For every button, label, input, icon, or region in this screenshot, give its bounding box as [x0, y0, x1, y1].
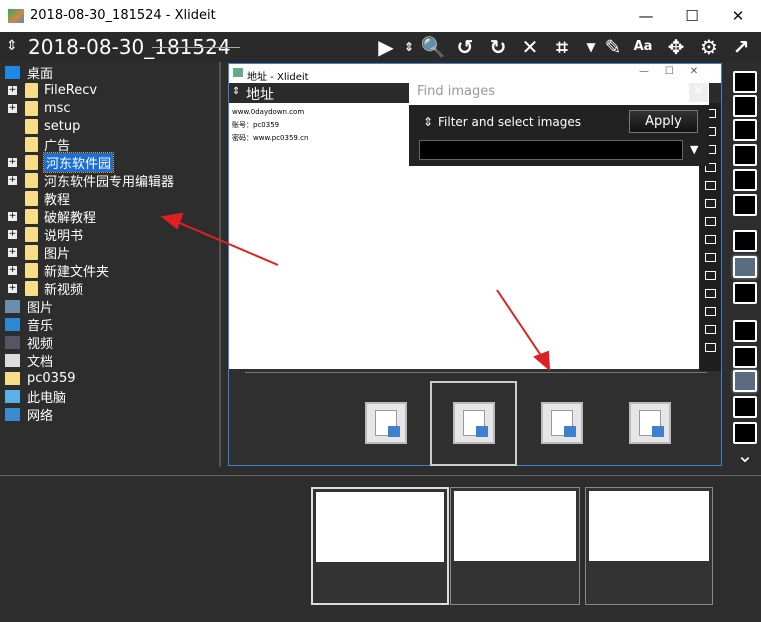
annotation-arrows: [160, 212, 551, 372]
external-icon[interactable]: ↗: [728, 36, 754, 58]
close-icon[interactable]: ✕: [517, 36, 543, 58]
red-arrow: [174, 220, 279, 266]
settings-icon[interactable]: ⚙: [696, 36, 722, 58]
edit-icon[interactable]: ✎: [600, 36, 626, 58]
arrow-head: [160, 212, 184, 230]
sort-icon[interactable]: ⇕: [396, 36, 422, 58]
rotate-left-icon[interactable]: ↺: [452, 36, 478, 58]
arrow-head: [533, 350, 551, 372]
crop-icon[interactable]: ⌗: [549, 36, 575, 58]
red-arrow: [496, 289, 543, 358]
zoom-icon[interactable]: 🔍: [420, 36, 446, 58]
move-icon[interactable]: ✥: [663, 36, 689, 58]
rotate-right-icon[interactable]: ↻: [485, 36, 511, 58]
font-icon[interactable]: Aa: [630, 36, 656, 58]
